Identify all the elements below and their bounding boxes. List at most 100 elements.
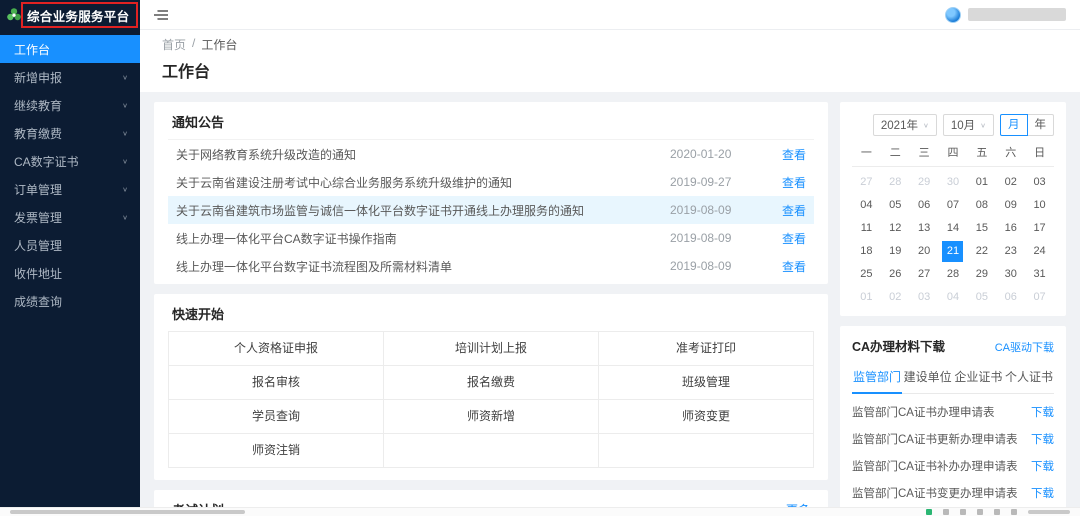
notice-row[interactable]: 关于云南省建设注册考试中心综合业务服务系统升级维护的通知 2019-09-27 … bbox=[168, 168, 814, 196]
calendar-date-cell[interactable]: 29 bbox=[971, 264, 992, 285]
calendar-date-cell[interactable]: 04 bbox=[942, 287, 963, 308]
calendar-date-cell[interactable]: 28 bbox=[885, 172, 906, 193]
notice-view-link[interactable]: 查看 bbox=[756, 202, 806, 219]
calendar-date-cell[interactable]: 23 bbox=[1000, 241, 1021, 262]
calendar-date-cell[interactable]: 25 bbox=[856, 264, 877, 285]
ca-driver-download-link[interactable]: CA驱动下载 bbox=[995, 339, 1054, 355]
menu-fold-icon[interactable] bbox=[154, 9, 168, 21]
calendar-date-cell[interactable]: 17 bbox=[1029, 218, 1050, 239]
calendar-date-cell[interactable]: 11 bbox=[856, 218, 877, 239]
quickstart-item[interactable]: 师资新增 bbox=[384, 400, 599, 434]
calendar-date-cell[interactable]: 30 bbox=[1000, 264, 1021, 285]
calendar-date-cell[interactable]: 29 bbox=[914, 172, 935, 193]
calendar-date-cell[interactable]: 01 bbox=[971, 172, 992, 193]
brand-icon bbox=[6, 7, 22, 23]
download-link[interactable]: 下载 bbox=[1031, 458, 1054, 474]
notice-date: 2020-01-20 bbox=[670, 147, 756, 161]
user-area[interactable] bbox=[945, 7, 1066, 23]
download-link[interactable]: 下载 bbox=[1031, 404, 1054, 420]
month-select[interactable]: 10月 ∨ bbox=[943, 114, 994, 136]
quickstart-item[interactable]: 准考证打印 bbox=[599, 332, 814, 366]
tab-enterprise-cert[interactable]: 企业证书 bbox=[953, 363, 1003, 393]
notice-view-link[interactable]: 查看 bbox=[756, 258, 806, 275]
calendar-date-cell[interactable]: 07 bbox=[942, 195, 963, 216]
notice-row[interactable]: 线上办理一体化平台CA数字证书操作指南 2019-08-09 查看 bbox=[168, 224, 814, 252]
calendar-date-cell[interactable]: 03 bbox=[1029, 172, 1050, 193]
calendar-date-cell[interactable]: 09 bbox=[1000, 195, 1021, 216]
quickstart-item[interactable]: 班级管理 bbox=[599, 366, 814, 400]
download-link[interactable]: 下载 bbox=[1031, 431, 1054, 447]
quickstart-empty-cell bbox=[599, 434, 814, 468]
calendar-date-cell[interactable]: 07 bbox=[1029, 287, 1050, 308]
sidebar-item-orders[interactable]: 订单管理 ∨ bbox=[0, 175, 140, 203]
quickstart-item[interactable]: 个人资格证申报 bbox=[169, 332, 384, 366]
top-header bbox=[140, 0, 1080, 30]
calendar-date-cell[interactable]: 02 bbox=[1000, 172, 1021, 193]
calendar-date-cell[interactable]: 19 bbox=[885, 241, 906, 262]
calendar-selected-date[interactable]: 21 bbox=[942, 241, 963, 262]
calendar-date-cell[interactable]: 03 bbox=[914, 287, 935, 308]
notice-view-link[interactable]: 查看 bbox=[756, 230, 806, 247]
calendar-date-cell[interactable]: 18 bbox=[856, 241, 877, 262]
calendar-date-cell[interactable]: 06 bbox=[1000, 287, 1021, 308]
notice-row[interactable]: 关于网络教育系统升级改造的通知 2020-01-20 查看 bbox=[168, 140, 814, 168]
calendar-date-cell[interactable]: 15 bbox=[971, 218, 992, 239]
calendar-date-cell[interactable]: 30 bbox=[942, 172, 963, 193]
sidebar-item-workbench[interactable]: 工作台 bbox=[0, 35, 140, 63]
notice-view-link[interactable]: 查看 bbox=[756, 174, 806, 191]
calendar-date-cell[interactable]: 02 bbox=[885, 287, 906, 308]
notice-title: 关于网络教育系统升级改造的通知 bbox=[176, 146, 670, 163]
user-name-redacted bbox=[968, 8, 1066, 21]
ca-materials-card: CA办理材料下载 CA驱动下载 监管部门 建设单位 企业证书 个人证书 监管部门… bbox=[840, 326, 1066, 516]
calendar-date-cell[interactable]: 04 bbox=[856, 195, 877, 216]
year-select[interactable]: 2021年 ∨ bbox=[873, 114, 937, 136]
calendar-date-cell[interactable]: 26 bbox=[885, 264, 906, 285]
weekday-label: 五 bbox=[967, 144, 996, 160]
calendar-date-cell[interactable]: 20 bbox=[914, 241, 935, 262]
calendar-date-cell[interactable]: 27 bbox=[914, 264, 935, 285]
user-avatar bbox=[945, 7, 961, 23]
calendar-date-cell[interactable]: 13 bbox=[914, 218, 935, 239]
calendar-date-cell[interactable]: 28 bbox=[942, 264, 963, 285]
notice-row-highlighted[interactable]: 关于云南省建筑市场监管与诚信一体化平台数字证书开通线上办理服务的通知 2019-… bbox=[168, 196, 814, 224]
quickstart-item[interactable]: 学员查询 bbox=[169, 400, 384, 434]
footer-icon bbox=[1011, 509, 1017, 515]
menu-label: 成绩查询 bbox=[14, 293, 62, 310]
sidebar-item-ca-certificates[interactable]: CA数字证书 ∨ bbox=[0, 147, 140, 175]
calendar-date-cell[interactable]: 08 bbox=[971, 195, 992, 216]
sidebar-item-education-fees[interactable]: 教育缴费 ∨ bbox=[0, 119, 140, 147]
quickstart-item[interactable]: 报名缴费 bbox=[384, 366, 599, 400]
breadcrumb-home[interactable]: 首页 bbox=[162, 36, 186, 53]
calendar-date-cell[interactable]: 12 bbox=[885, 218, 906, 239]
calendar-date-cell[interactable]: 24 bbox=[1029, 241, 1050, 262]
calendar-date-cell[interactable]: 05 bbox=[971, 287, 992, 308]
notice-view-link[interactable]: 查看 bbox=[756, 146, 806, 163]
tab-personal-cert[interactable]: 个人证书 bbox=[1004, 363, 1054, 393]
calendar-date-cell[interactable]: 27 bbox=[856, 172, 877, 193]
sidebar-item-personnel[interactable]: 人员管理 bbox=[0, 231, 140, 259]
sidebar-item-invoices[interactable]: 发票管理 ∨ bbox=[0, 203, 140, 231]
month-mode-button[interactable]: 月 bbox=[1000, 114, 1028, 136]
tab-regulator[interactable]: 监管部门 bbox=[852, 363, 902, 394]
sidebar-item-scores[interactable]: 成绩查询 bbox=[0, 287, 140, 315]
calendar-date-cell[interactable]: 16 bbox=[1000, 218, 1021, 239]
quickstart-item[interactable]: 培训计划上报 bbox=[384, 332, 599, 366]
calendar-date-cell[interactable]: 10 bbox=[1029, 195, 1050, 216]
download-link[interactable]: 下载 bbox=[1031, 485, 1054, 501]
year-mode-button[interactable]: 年 bbox=[1028, 114, 1055, 136]
calendar-date-cell[interactable]: 01 bbox=[856, 287, 877, 308]
calendar-date-cell[interactable]: 06 bbox=[914, 195, 935, 216]
calendar-date-cell[interactable]: 05 bbox=[885, 195, 906, 216]
calendar-date-cell[interactable]: 31 bbox=[1029, 264, 1050, 285]
sidebar-item-new-declaration[interactable]: 新增申报 ∨ bbox=[0, 63, 140, 91]
sidebar-item-continuing-education[interactable]: 继续教育 ∨ bbox=[0, 91, 140, 119]
quickstart-item[interactable]: 师资注销 bbox=[169, 434, 384, 468]
quickstart-item[interactable]: 报名审核 bbox=[169, 366, 384, 400]
calendar-date-cell[interactable]: 14 bbox=[942, 218, 963, 239]
tab-construction-unit[interactable]: 建设单位 bbox=[903, 363, 953, 393]
calendar-date-cell[interactable]: 22 bbox=[971, 241, 992, 262]
quickstart-item[interactable]: 师资变更 bbox=[599, 400, 814, 434]
ca-materials-tabs: 监管部门 建设单位 企业证书 个人证书 bbox=[852, 363, 1054, 394]
sidebar-item-address[interactable]: 收件地址 bbox=[0, 259, 140, 287]
notice-row[interactable]: 线上办理一体化平台数字证书流程图及所需材料清单 2019-08-09 查看 bbox=[168, 252, 814, 280]
